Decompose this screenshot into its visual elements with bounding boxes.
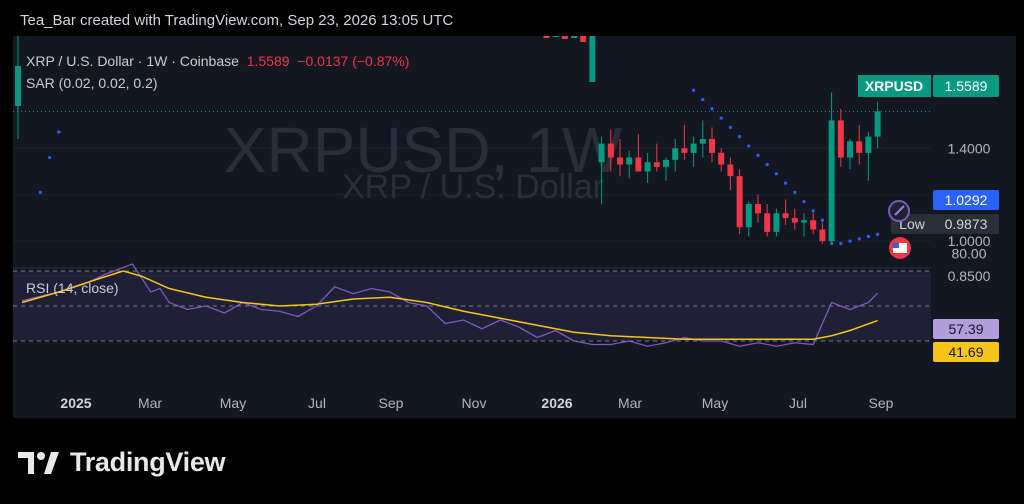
sar-dot bbox=[784, 181, 788, 185]
candle-body bbox=[837, 120, 844, 158]
candle-body bbox=[663, 159, 669, 167]
rsi-ma-value-tag-text: 41.69 bbox=[948, 344, 983, 360]
last-price-tag-text: 1.5589 bbox=[945, 78, 988, 94]
sar-dot bbox=[57, 130, 61, 134]
candle-body bbox=[736, 176, 743, 228]
candle-body bbox=[672, 148, 679, 160]
candle-body bbox=[561, 36, 568, 39]
sar-dot bbox=[701, 97, 705, 102]
sar-dot bbox=[839, 241, 843, 246]
sar-dot bbox=[765, 162, 769, 167]
legend-change: −0.0137 (−0.87%) bbox=[297, 53, 410, 69]
sar-dot bbox=[793, 190, 797, 194]
sar-dot bbox=[756, 153, 760, 157]
candle-body bbox=[801, 220, 807, 223]
candle-body bbox=[690, 143, 697, 153]
candle-body bbox=[755, 204, 761, 214]
rsi-y-tick-label: 80.00 bbox=[951, 246, 986, 262]
us-flag-icon-canton bbox=[893, 243, 899, 248]
x-tick-label: Jul bbox=[789, 395, 807, 411]
legend-last-price: 1.5589 bbox=[246, 53, 290, 69]
sar-dot bbox=[738, 135, 742, 139]
candle-body bbox=[709, 138, 715, 153]
candle-body bbox=[718, 152, 725, 165]
symbol-tag-text: XRPUSD bbox=[865, 78, 923, 94]
sar-dot bbox=[811, 209, 815, 213]
candle-body bbox=[865, 136, 872, 153]
candle-body bbox=[607, 143, 614, 158]
candle-body bbox=[828, 120, 835, 242]
x-tick-label: Mar bbox=[138, 395, 162, 411]
sar-dot bbox=[774, 172, 779, 176]
candle-body bbox=[589, 36, 596, 82]
sar-dot bbox=[820, 218, 825, 222]
sar-dot bbox=[728, 125, 733, 129]
x-tick-label: Mar bbox=[618, 395, 642, 411]
sar-dot bbox=[38, 190, 42, 194]
x-tick-label: Sep bbox=[869, 395, 894, 411]
candle-body bbox=[874, 111, 881, 137]
x-tick-label: 2026 bbox=[541, 395, 572, 411]
watermark-name: XRP / U.S. Dollar bbox=[342, 168, 604, 206]
sar-dot bbox=[857, 237, 861, 241]
x-tick-label: 2025 bbox=[60, 395, 91, 411]
candle-body bbox=[681, 148, 688, 153]
candle-body bbox=[810, 220, 817, 230]
y-tick-label: 0.8500 bbox=[948, 268, 991, 284]
candle-body bbox=[764, 213, 771, 232]
candle-body bbox=[571, 36, 577, 38]
candle-body bbox=[552, 36, 559, 37]
legend-indicator: SAR (0.02, 0.02, 0.2) bbox=[26, 75, 158, 91]
candle-body bbox=[745, 204, 752, 228]
candle-body bbox=[644, 162, 651, 172]
candle-body bbox=[543, 36, 550, 38]
rsi-background bbox=[13, 270, 931, 342]
candle-body bbox=[773, 213, 780, 232]
y-tick-label: 1.4000 bbox=[948, 140, 991, 156]
sar-dot bbox=[802, 200, 806, 204]
attribution-text: Tea_Bar created with TradingView.com, Se… bbox=[20, 12, 454, 29]
candle-body bbox=[727, 164, 734, 177]
footer: TradingView bbox=[18, 447, 226, 478]
rsi-value-tag-text: 57.39 bbox=[948, 321, 983, 337]
candle-body bbox=[653, 162, 660, 167]
candle-body bbox=[699, 138, 706, 144]
candle-body bbox=[791, 217, 798, 223]
sar-dot bbox=[848, 239, 852, 243]
candle-body bbox=[617, 157, 623, 165]
sar-dot bbox=[866, 234, 871, 239]
candle-body bbox=[580, 36, 587, 42]
rsi-label: RSI (14, close) bbox=[26, 280, 119, 296]
tradingview-logo-icon bbox=[18, 451, 59, 474]
sar-price-tag-text: 1.0292 bbox=[945, 192, 988, 208]
sar-dot bbox=[747, 144, 751, 148]
candle-body bbox=[626, 157, 633, 165]
x-tick-label: May bbox=[702, 395, 728, 411]
x-tick-label: Sep bbox=[379, 395, 404, 411]
x-tick-label: Nov bbox=[462, 395, 487, 411]
candle-body bbox=[819, 229, 826, 242]
sar-dot bbox=[719, 116, 723, 120]
candle-body bbox=[635, 157, 642, 172]
legend-symbol: XRP / U.S. Dollar · 1W · Coinbase bbox=[26, 53, 239, 69]
footer-brand: TradingView bbox=[70, 447, 226, 477]
x-tick-label: Jul bbox=[308, 395, 326, 411]
sar-dot bbox=[876, 232, 880, 236]
low-price-tag-text: 0.9873 bbox=[945, 216, 988, 232]
chart-legend: XRP / U.S. Dollar · 1W · Coinbase 1.5589… bbox=[26, 50, 409, 94]
candle-body bbox=[598, 143, 605, 163]
sar-dot bbox=[48, 155, 52, 160]
sar-dot bbox=[830, 241, 834, 246]
x-tick-label: May bbox=[220, 395, 246, 411]
sar-dot bbox=[710, 107, 714, 111]
sar-dot bbox=[692, 88, 696, 92]
candle-body bbox=[782, 213, 789, 218]
candle-body bbox=[856, 141, 863, 153]
candle-body bbox=[847, 141, 853, 158]
